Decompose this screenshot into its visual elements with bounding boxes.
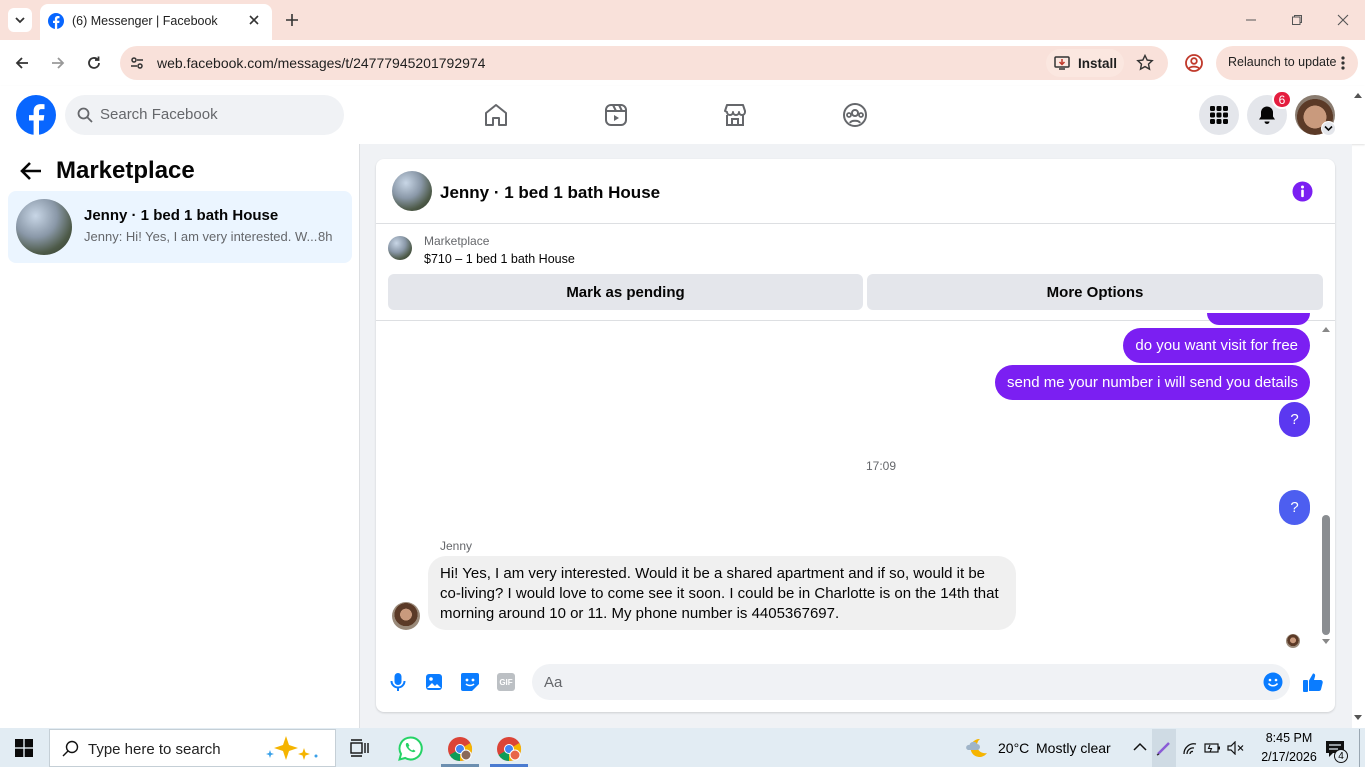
browser-tab[interactable]: (6) Messenger | Facebook bbox=[40, 4, 272, 40]
chat-avatar[interactable] bbox=[392, 171, 432, 211]
conversation-time: 8h bbox=[318, 229, 333, 244]
bookmark-star-icon[interactable] bbox=[1136, 54, 1154, 72]
facebook-search-input[interactable]: Search Facebook bbox=[65, 95, 344, 135]
weather-moon-icon[interactable] bbox=[964, 736, 990, 760]
page-scroll-down-icon[interactable] bbox=[1353, 714, 1363, 722]
forward-arrow-icon[interactable] bbox=[50, 55, 66, 71]
network-icon[interactable] bbox=[1182, 741, 1198, 755]
conversation-preview: Jenny: Hi! Yes, I am very interested. W.… bbox=[84, 229, 318, 244]
show-desktop-button[interactable] bbox=[1359, 729, 1360, 767]
volume-muted-icon[interactable] bbox=[1227, 741, 1245, 755]
scroll-up-icon[interactable] bbox=[1321, 325, 1331, 333]
weather-temperature[interactable]: 20°C bbox=[998, 740, 1029, 756]
outgoing-message: ? bbox=[1279, 490, 1310, 525]
incoming-message: Hi! Yes, I am very interested. Would it … bbox=[428, 556, 1016, 630]
taskbar-search[interactable]: Type here to search bbox=[49, 729, 336, 767]
sender-avatar[interactable] bbox=[392, 602, 420, 630]
scroll-down-icon[interactable] bbox=[1321, 638, 1331, 646]
outgoing-message: ? bbox=[1279, 402, 1310, 437]
conversation-name: Jenny · 1 bed 1 bath House bbox=[84, 207, 279, 224]
sidebar-title: Marketplace bbox=[56, 157, 195, 184]
like-thumb-icon[interactable] bbox=[1302, 671, 1324, 693]
emoji-icon[interactable] bbox=[1263, 672, 1283, 692]
home-icon[interactable] bbox=[483, 102, 509, 128]
menu-button[interactable] bbox=[1199, 95, 1239, 135]
search-placeholder: Search Facebook bbox=[100, 106, 218, 123]
more-vert-icon[interactable] bbox=[1340, 55, 1346, 71]
listing-source: Marketplace bbox=[424, 234, 490, 248]
clock-date[interactable]: 2/17/2026 bbox=[1254, 750, 1324, 764]
close-window-icon[interactable] bbox=[1337, 14, 1349, 26]
reload-icon[interactable] bbox=[86, 55, 102, 71]
search-icon bbox=[77, 107, 93, 123]
grid-menu-icon bbox=[1210, 106, 1228, 124]
search-highlight-icon bbox=[266, 736, 318, 760]
video-icon[interactable] bbox=[603, 102, 629, 128]
read-receipt-avatar bbox=[1286, 634, 1300, 648]
whatsapp-icon[interactable] bbox=[398, 736, 423, 761]
facebook-favicon-icon bbox=[48, 13, 64, 29]
minimize-icon[interactable] bbox=[1245, 14, 1257, 26]
message-timestamp: 17:09 bbox=[865, 459, 897, 473]
outgoing-message: do you want visit for free bbox=[1123, 328, 1310, 363]
listing-small-thumbnail bbox=[388, 236, 412, 260]
bell-icon bbox=[1259, 106, 1275, 124]
chevron-up-icon[interactable] bbox=[1133, 742, 1147, 752]
back-arrow-icon[interactable] bbox=[20, 161, 42, 181]
chrome-profile-icon[interactable] bbox=[496, 736, 522, 762]
install-button[interactable]: Install bbox=[1046, 49, 1124, 77]
groups-icon[interactable] bbox=[842, 102, 868, 128]
search-icon bbox=[62, 740, 79, 757]
marketplace-icon[interactable] bbox=[722, 102, 748, 128]
tab-search-button[interactable] bbox=[8, 8, 32, 32]
chevron-down-icon bbox=[1324, 125, 1333, 132]
outgoing-message: send me your number i will send you deta… bbox=[995, 365, 1310, 400]
battery-icon[interactable] bbox=[1204, 741, 1222, 755]
install-label: Install bbox=[1078, 56, 1118, 71]
new-tab-icon[interactable] bbox=[285, 13, 299, 27]
url-text[interactable]: web.facebook.com/messages/t/247779452017… bbox=[157, 55, 485, 71]
facebook-logo-icon[interactable] bbox=[16, 95, 56, 135]
task-view-icon[interactable] bbox=[350, 739, 370, 757]
install-icon bbox=[1054, 56, 1070, 70]
clock-time[interactable]: 8:45 PM bbox=[1258, 731, 1320, 745]
notification-center-badge: 4 bbox=[1334, 749, 1348, 763]
relaunch-label: Relaunch to update bbox=[1228, 55, 1337, 69]
close-tab-icon[interactable] bbox=[248, 14, 260, 26]
message-placeholder: Aa bbox=[544, 674, 563, 691]
windows-start-icon[interactable] bbox=[15, 739, 33, 757]
conversation-list-item[interactable]: Jenny · 1 bed 1 bath House Jenny: Hi! Ye… bbox=[8, 191, 352, 263]
chat-title[interactable]: Jenny · 1 bed 1 bath House bbox=[440, 183, 660, 203]
mark-as-pending-button[interactable]: Mark as pending bbox=[388, 274, 863, 310]
back-arrow-icon[interactable] bbox=[14, 55, 30, 71]
listing-divider bbox=[376, 320, 1335, 321]
more-options-button[interactable]: More Options bbox=[867, 274, 1323, 310]
sender-name: Jenny bbox=[440, 539, 473, 553]
previous-message-bubble bbox=[1207, 313, 1310, 325]
notification-badge: 6 bbox=[1272, 90, 1292, 109]
pen-icon[interactable] bbox=[1156, 740, 1172, 756]
profile-icon[interactable] bbox=[1184, 53, 1204, 73]
restore-icon[interactable] bbox=[1291, 14, 1303, 26]
relaunch-button[interactable]: Relaunch to update bbox=[1216, 46, 1358, 80]
sticker-icon[interactable] bbox=[460, 672, 480, 692]
gif-icon[interactable]: GIF bbox=[497, 673, 515, 691]
listing-title[interactable]: $710 – 1 bed 1 bath House bbox=[424, 252, 575, 266]
account-menu-toggle[interactable] bbox=[1321, 121, 1336, 136]
photo-icon[interactable] bbox=[425, 673, 443, 691]
site-info-icon[interactable] bbox=[129, 55, 145, 71]
microphone-icon[interactable] bbox=[389, 672, 407, 692]
page-scroll-up-icon[interactable] bbox=[1353, 91, 1363, 99]
tab-title: (6) Messenger | Facebook bbox=[72, 14, 218, 28]
chevron-down-icon bbox=[15, 17, 25, 24]
info-icon[interactable] bbox=[1292, 181, 1313, 202]
message-input[interactable]: Aa bbox=[532, 664, 1290, 700]
chat-scrollbar-thumb[interactable] bbox=[1322, 515, 1330, 635]
taskbar-search-placeholder: Type here to search bbox=[88, 741, 221, 758]
listing-thumbnail bbox=[16, 199, 72, 255]
chrome-icon[interactable] bbox=[447, 736, 473, 762]
omnibox[interactable]: web.facebook.com/messages/t/247779452017… bbox=[120, 46, 1168, 80]
weather-condition[interactable]: Mostly clear bbox=[1036, 740, 1111, 756]
header-divider bbox=[376, 223, 1335, 224]
